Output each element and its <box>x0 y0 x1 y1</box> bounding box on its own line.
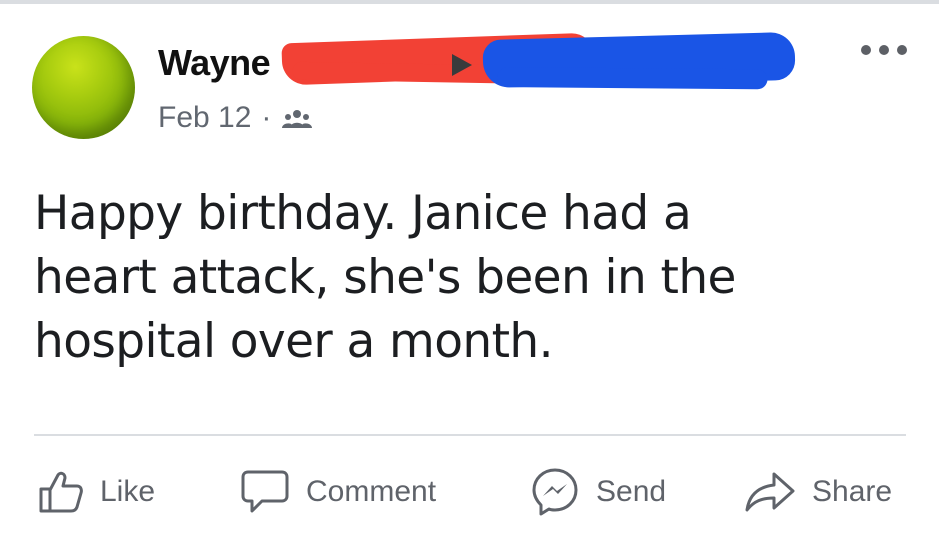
shared-to-arrow-icon <box>452 54 472 76</box>
dot-icon <box>879 45 889 55</box>
top-divider <box>0 0 939 4</box>
comment-label: Comment <box>306 475 437 508</box>
thumbs-up-icon <box>38 470 84 514</box>
share-arrow-icon <box>744 470 796 514</box>
post-actions: Like Comment Send Share <box>32 462 912 522</box>
more-options-icon[interactable] <box>861 43 907 57</box>
share-label: Share <box>812 475 893 508</box>
post-date[interactable]: Feb 12 <box>158 101 251 135</box>
actions-divider <box>34 434 906 436</box>
comment-button[interactable]: Comment <box>240 462 436 522</box>
send-label: Send <box>596 475 667 508</box>
messenger-icon <box>530 467 580 517</box>
friends-icon[interactable] <box>281 106 313 130</box>
avatar[interactable] <box>32 36 135 139</box>
dot-icon <box>897 45 907 55</box>
send-button[interactable]: Send <box>530 462 666 522</box>
like-label: Like <box>100 475 156 508</box>
post-body: Happy birthday. Janice had a heart attac… <box>34 186 736 369</box>
dot-icon <box>861 45 871 55</box>
like-button[interactable]: Like <box>38 462 155 522</box>
meta-separator: · <box>261 101 272 134</box>
share-button[interactable]: Share <box>744 462 892 522</box>
redaction-blue <box>482 31 796 89</box>
post-meta: Feb 12 · <box>158 100 313 136</box>
post-header: Wayne <box>158 31 878 92</box>
comment-icon <box>240 468 290 516</box>
author-name[interactable]: Wayne <box>158 42 271 84</box>
